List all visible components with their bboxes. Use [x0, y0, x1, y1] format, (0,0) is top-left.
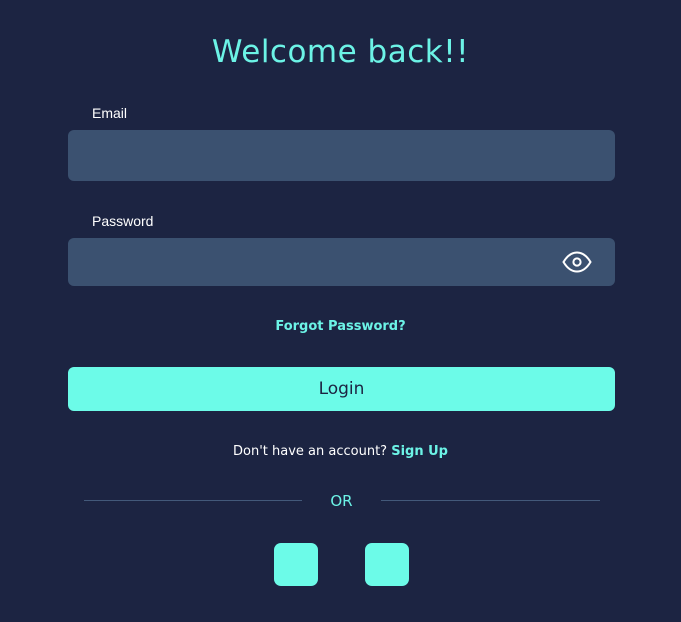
signup-link[interactable]: Sign Up	[391, 444, 448, 459]
email-field[interactable]	[68, 130, 615, 181]
divider-line-right	[381, 500, 600, 501]
eye-icon[interactable]	[561, 249, 593, 275]
divider-line-left	[84, 500, 302, 501]
email-field-container	[68, 130, 615, 181]
page-title: Welcome back!!	[211, 34, 470, 70]
password-label: Password	[92, 213, 154, 229]
login-page: Welcome back!! Email Password Forgot Pas…	[0, 0, 681, 622]
password-field-container	[68, 238, 615, 286]
password-field[interactable]	[68, 238, 615, 286]
email-label: Email	[92, 105, 128, 121]
social-login-button-2[interactable]	[365, 543, 409, 586]
signup-prompt: Don't have an account? Sign Up	[0, 444, 681, 459]
forgot-password-link[interactable]: Forgot Password?	[0, 319, 681, 334]
or-divider-text: OR	[330, 492, 353, 510]
login-button[interactable]: Login	[68, 367, 615, 411]
social-login-button-1[interactable]	[274, 543, 318, 586]
signup-prompt-text: Don't have an account?	[233, 444, 392, 459]
